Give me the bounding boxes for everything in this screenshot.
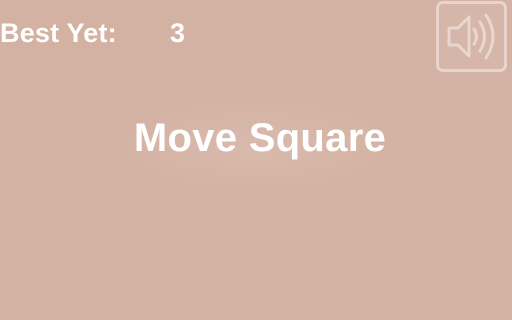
speaker-volume-icon — [447, 13, 495, 60]
best-score-label: Best Yet: — [0, 18, 117, 48]
sound-toggle-button[interactable] — [436, 1, 507, 72]
game-title: Move Square — [133, 116, 387, 160]
best-score-value: 3 — [170, 18, 186, 48]
